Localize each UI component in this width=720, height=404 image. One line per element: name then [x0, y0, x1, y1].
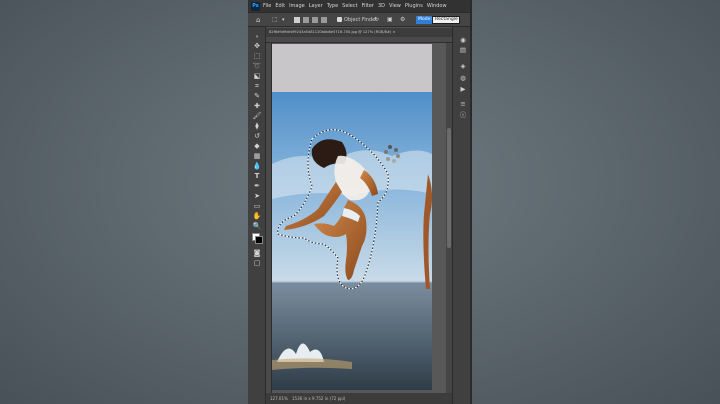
object-finder-label: Object Finder	[344, 17, 378, 23]
pen-tool-icon[interactable]: ✒	[251, 182, 263, 191]
menu-filter[interactable]: Filter	[362, 3, 374, 9]
brush-tool-icon[interactable]: 🖌	[251, 112, 263, 121]
background-color-swatch[interactable]	[255, 236, 263, 244]
quick-mask-icon[interactable]: ◙	[251, 249, 263, 258]
crop-tool-icon[interactable]: ⌗	[251, 82, 263, 91]
canvas-image	[272, 44, 432, 390]
screen-mode-icon[interactable]: ▢	[251, 259, 263, 268]
type-tool-icon[interactable]: T	[251, 172, 263, 181]
object-finder-checkbox[interactable]	[337, 17, 342, 22]
hand-tool-icon[interactable]: ✋	[251, 212, 263, 221]
intersect-selection-icon[interactable]	[321, 17, 327, 23]
sea	[272, 282, 432, 390]
menu-3d[interactable]: 3D	[378, 3, 385, 9]
history-brush-tool-icon[interactable]: ↺	[251, 132, 263, 141]
toolbar-collapse-icon[interactable]: »	[251, 33, 263, 42]
actions-play-icon[interactable]: ▶	[458, 85, 468, 93]
photoshop-logo-icon: Ps	[251, 1, 260, 11]
options-bar: ⌂ ⬚ ▾ Object Finder ↻ ▣ ⚙ Mode: Rectangl…	[248, 12, 472, 27]
new-selection-icon[interactable]	[294, 17, 300, 23]
status-bar: 127.01% 1536 in x 9.752 in (72 ppi)	[266, 393, 452, 404]
menu-window[interactable]: Window	[427, 3, 447, 9]
gradient-tool-icon[interactable]: ▦	[251, 152, 263, 161]
stamp-tool-icon[interactable]: ⧫	[251, 122, 263, 131]
menu-image[interactable]: Image	[289, 3, 305, 9]
channels-icon[interactable]: ◍	[458, 74, 468, 82]
marquee-tool-icon[interactable]: ⬚	[251, 52, 263, 61]
chevron-down-icon[interactable]: ▾	[282, 16, 285, 24]
panel-dock: ◉ ▤ ◈ ◍ ▶ ≡ ⓘ	[452, 27, 472, 404]
history-icon[interactable]: ◉	[458, 36, 468, 44]
mode-select[interactable]: Rectangle	[432, 16, 460, 24]
empty-canvas-area	[272, 44, 432, 92]
scrollbar-thumb[interactable]	[447, 128, 451, 248]
document-canvas[interactable]	[272, 44, 432, 390]
object-select-tool-icon[interactable]: ⬕	[251, 72, 263, 81]
document-info: 1536 in x 9.752 in (72 ppi)	[292, 396, 346, 401]
path-select-tool-icon[interactable]: ➤	[251, 192, 263, 201]
menu-view[interactable]: View	[389, 3, 401, 9]
photoshop-window: Ps File Edit Image Layer Type Select Fil…	[248, 0, 472, 404]
blur-tool-icon[interactable]: 💧	[251, 162, 263, 171]
eraser-tool-icon[interactable]: ◆	[251, 142, 263, 151]
menu-plugins[interactable]: Plugins	[405, 3, 423, 9]
object-select-tool-icon[interactable]: ⬚	[272, 16, 278, 24]
eyedropper-tool-icon[interactable]: ✎	[251, 92, 263, 101]
properties-icon[interactable]: ▤	[458, 46, 468, 54]
menu-type[interactable]: Type	[327, 3, 338, 9]
info-icon[interactable]: ⓘ	[458, 111, 468, 119]
window-border	[470, 0, 472, 404]
tools-panel: » ✥ ⬚ ➰ ⬕ ⌗ ✎ ✚ 🖌 ⧫ ↺ ◆ ▦ 💧 T ✒ ➤ ▭ ✋ 🔍 …	[248, 27, 266, 404]
show-objects-icon[interactable]: ▣	[387, 16, 393, 24]
menu-bar: Ps File Edit Image Layer Type Select Fil…	[248, 0, 472, 12]
add-to-selection-icon[interactable]	[303, 17, 309, 23]
layers-icon[interactable]: ◈	[458, 62, 468, 70]
refresh-icon[interactable]: ↻	[374, 16, 379, 24]
zoom-tool-icon[interactable]: 🔍	[251, 222, 263, 231]
home-icon[interactable]: ⌂	[256, 16, 260, 24]
subtract-selection-icon[interactable]	[312, 17, 318, 23]
lasso-tool-icon[interactable]: ➰	[251, 62, 263, 71]
gear-icon[interactable]: ⚙	[400, 16, 405, 24]
menu-edit[interactable]: Edit	[275, 3, 285, 9]
menu-layer[interactable]: Layer	[309, 3, 323, 9]
menu-file[interactable]: File	[263, 3, 271, 9]
adjustments-icon[interactable]: ≡	[458, 100, 468, 108]
document-tab[interactable]: 82f6d9d9de0f9243a5481120bbb6e5716-700.jp…	[266, 28, 452, 37]
menu-select[interactable]: Select	[342, 3, 357, 9]
rectangle-tool-icon[interactable]: ▭	[251, 202, 263, 211]
zoom-level[interactable]: 127.01%	[270, 393, 288, 404]
healing-tool-icon[interactable]: ✚	[251, 102, 263, 111]
move-tool-icon[interactable]: ✥	[251, 42, 263, 51]
